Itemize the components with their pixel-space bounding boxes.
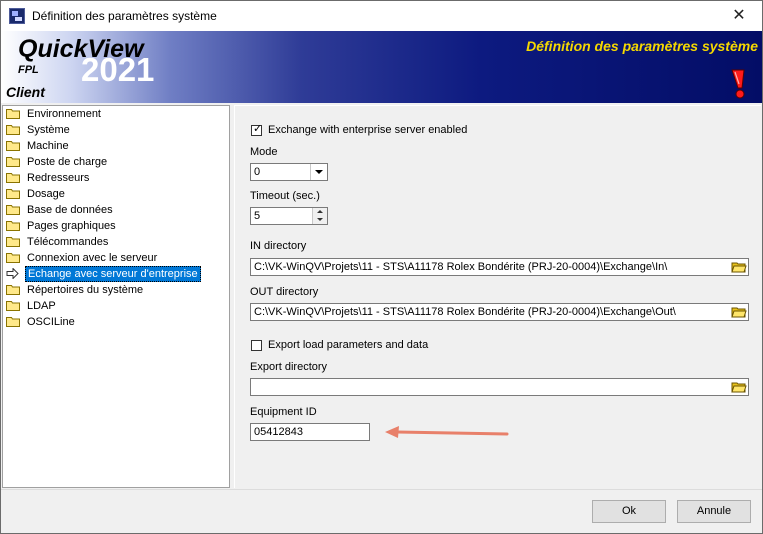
- tree-item[interactable]: Redresseurs: [3, 170, 229, 186]
- settings-tree: Environnement Système Machine Poste de char…: [2, 105, 230, 488]
- timeout-stepper[interactable]: 5: [250, 207, 328, 225]
- timeout-value: 5: [254, 210, 261, 222]
- logo-edition: Client: [6, 84, 45, 100]
- tree-item-label: Connexion avec le serveur: [27, 252, 158, 264]
- header-banner: QuickView FPL 2021 Client Définition des…: [1, 31, 762, 103]
- folder-open-icon[interactable]: [731, 380, 747, 394]
- tree-item[interactable]: Poste de charge: [3, 154, 229, 170]
- tree-item-label: Base de données: [27, 204, 113, 216]
- folder-icon: [6, 141, 20, 151]
- selection-arrow-icon: [6, 268, 19, 279]
- export-dir-field[interactable]: [250, 378, 749, 396]
- title-bar: Définition des paramètres système ✕: [1, 1, 762, 31]
- folder-icon: [6, 285, 20, 295]
- settings-dialog: Définition des paramètres système ✕ Quic…: [0, 0, 763, 534]
- export-dir-label: Export directory: [250, 361, 328, 373]
- tree-item-label: Système: [27, 124, 70, 136]
- window-title: Définition des paramètres système: [32, 9, 217, 23]
- tree-item-label: Poste de charge: [27, 156, 108, 168]
- folder-icon: [6, 125, 20, 135]
- tree-item[interactable]: Télécommandes: [3, 234, 229, 250]
- folder-icon: [6, 221, 20, 231]
- export-label: Export load parameters and data: [268, 339, 429, 351]
- out-dir-value: C:\VK-WinQV\Projets\11 - STS\A11178 Role…: [254, 306, 676, 318]
- logo-year: 2021: [81, 51, 155, 88]
- logo-sub: FPL: [18, 64, 39, 76]
- tree-item-label: Répertoires du système: [27, 284, 144, 296]
- export-checkbox[interactable]: [251, 340, 262, 351]
- tree-item[interactable]: OSCILine: [3, 314, 229, 330]
- mode-label: Mode: [250, 146, 278, 158]
- in-dir-field[interactable]: C:\VK-WinQV\Projets\11 - STS\A11178 Role…: [250, 258, 749, 276]
- equipment-value: 05412843: [254, 426, 303, 438]
- exchange-enabled-label: Exchange with enterprise server enabled: [268, 124, 468, 136]
- tree-item-label: Echange avec serveur d'entreprise: [25, 266, 201, 282]
- folder-icon: [6, 237, 20, 247]
- folder-icon: [6, 301, 20, 311]
- timeout-label: Timeout (sec.): [250, 190, 320, 202]
- folder-icon: [6, 173, 20, 183]
- cancel-button[interactable]: Annule: [677, 500, 751, 523]
- ok-button[interactable]: Ok: [592, 500, 666, 523]
- equipment-label: Equipment ID: [250, 406, 317, 418]
- out-dir-label: OUT directory: [250, 286, 319, 298]
- dialog-footer: Ok Annule: [1, 489, 762, 533]
- folder-icon: [6, 189, 20, 199]
- close-button[interactable]: ✕: [716, 1, 762, 31]
- exchange-enabled-checkbox[interactable]: ✓: [251, 123, 263, 136]
- annotation-arrow-icon: [385, 426, 509, 438]
- folder-open-icon[interactable]: [731, 260, 747, 274]
- in-dir-label: IN directory: [250, 240, 307, 252]
- tree-item-label: Environnement: [27, 108, 101, 120]
- chevron-down-icon[interactable]: [310, 164, 327, 180]
- tree-item[interactable]: Système: [3, 122, 229, 138]
- tree-item[interactable]: Base de données: [3, 202, 229, 218]
- tree-item[interactable]: Environnement: [3, 106, 229, 122]
- mode-value: 0: [254, 166, 261, 178]
- spin-down-icon[interactable]: [312, 216, 327, 224]
- folder-open-icon[interactable]: [731, 305, 747, 319]
- folder-icon: [6, 157, 20, 167]
- out-dir-field[interactable]: C:\VK-WinQV\Projets\11 - STS\A11178 Role…: [250, 303, 749, 321]
- tree-item[interactable]: Connexion avec le serveur: [3, 250, 229, 266]
- tree-item-label: Pages graphiques: [27, 220, 116, 232]
- tree-item-label: Dosage: [27, 188, 65, 200]
- mode-select[interactable]: 0: [250, 163, 328, 181]
- tree-item-label: LDAP: [27, 300, 56, 312]
- folder-icon: [6, 253, 20, 263]
- tree-item[interactable]: Echange avec serveur d'entreprise: [3, 266, 229, 282]
- folder-icon: [6, 317, 20, 327]
- tree-item[interactable]: Pages graphiques: [3, 218, 229, 234]
- tree-item-label: OSCILine: [27, 316, 75, 328]
- tree-item-label: Machine: [27, 140, 69, 152]
- check-icon: ✓: [253, 123, 263, 135]
- app-icon: [9, 8, 25, 24]
- tree-item[interactable]: Machine: [3, 138, 229, 154]
- in-dir-value: C:\VK-WinQV\Projets\11 - STS\A11178 Role…: [254, 261, 668, 273]
- banner-title: Définition des paramètres système: [526, 38, 758, 54]
- folder-icon: [6, 109, 20, 119]
- folder-icon: [6, 205, 20, 215]
- exclamation-icon: [731, 69, 745, 99]
- tree-item[interactable]: Dosage: [3, 186, 229, 202]
- tree-item[interactable]: Répertoires du système: [3, 282, 229, 298]
- tree-item[interactable]: LDAP: [3, 298, 229, 314]
- tree-item-label: Redresseurs: [27, 172, 90, 184]
- equipment-id-input[interactable]: 05412843: [250, 423, 370, 441]
- tree-item-label: Télécommandes: [27, 236, 109, 248]
